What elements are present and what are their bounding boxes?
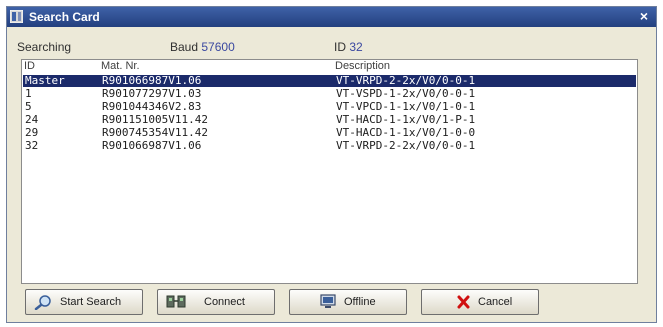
row-id: 29 [25, 126, 39, 139]
row-mat-nr: R901044346V2.83 [102, 100, 202, 113]
table-row[interactable]: 29 R900745354V11.42 VT-HACD-1-1x/V0/1-0-… [23, 127, 636, 139]
offline-button[interactable]: Offline [289, 289, 407, 315]
magnifier-icon [34, 295, 51, 310]
start-search-label: Start Search [60, 296, 122, 308]
row-mat-nr: R901151005V11.42 [102, 113, 208, 126]
start-search-button[interactable]: Start Search [25, 289, 143, 315]
baud-value: 57600 [201, 40, 235, 54]
row-id: 32 [25, 139, 39, 152]
row-description: VT-VRPD-2-2x/V0/0-0-1 [336, 139, 476, 152]
cancel-button[interactable]: Cancel [421, 289, 539, 315]
table-row[interactable]: 5 R901044346V2.83 VT-VPCD-1-1x/V0/1-0-1 [23, 101, 636, 113]
column-header-id: ID [24, 60, 35, 72]
baud-label: Baud [170, 40, 199, 54]
row-id: 5 [25, 100, 32, 113]
column-header-mat-nr: Mat. Nr. [101, 60, 140, 72]
row-id: Master [25, 74, 65, 87]
monitor-icon [320, 294, 336, 308]
row-description: VT-HACD-1-1x/V0/1-0-0 [336, 126, 476, 139]
table-row[interactable]: Master R901066987V1.06 VT-VRPD-2-2x/V0/0… [23, 75, 636, 87]
column-header-description: Description [335, 60, 391, 72]
search-card-dialog: Search Card × Searching Baud 57600 ID 32… [6, 6, 657, 323]
table-row[interactable]: 1 R901077297V1.03 VT-VSPD-1-2x/V0/0-0-1 [23, 88, 636, 100]
id-status: ID 32 [334, 40, 363, 54]
app-icon [10, 10, 23, 23]
searching-status: Searching [17, 40, 72, 54]
title-bar[interactable]: Search Card × [7, 7, 656, 27]
row-mat-nr: R901066987V1.06 [102, 139, 202, 152]
row-mat-nr: R901077297V1.03 [102, 87, 202, 100]
row-description: VT-VRPD-2-2x/V0/0-0-1 [336, 74, 476, 87]
connect-label: Connect [204, 296, 245, 308]
table-row[interactable]: 24 R901151005V11.42 VT-HACD-1-1x/V0/1-P-… [23, 114, 636, 126]
offline-label: Offline [344, 296, 376, 308]
row-description: VT-VPCD-1-1x/V0/1-0-1 [336, 100, 476, 113]
row-mat-nr: R900745354V11.42 [102, 126, 208, 139]
connect-icon [166, 295, 186, 308]
row-id: 24 [25, 113, 39, 126]
row-id: 1 [25, 87, 32, 100]
id-value: 32 [349, 40, 363, 54]
baud-status: Baud 57600 [170, 40, 235, 54]
cancel-label: Cancel [478, 296, 513, 308]
connect-button[interactable]: Connect [157, 289, 275, 315]
row-description: VT-VSPD-1-2x/V0/0-0-1 [336, 87, 476, 100]
close-icon[interactable]: × [636, 8, 652, 24]
x-icon [457, 295, 470, 309]
table-row[interactable]: 32 R901066987V1.06 VT-VRPD-2-2x/V0/0-0-1 [23, 140, 636, 152]
row-description: VT-HACD-1-1x/V0/1-P-1 [336, 113, 476, 126]
row-mat-nr: R901066987V1.06 [102, 74, 202, 87]
window-title: Search Card [29, 10, 100, 24]
id-label: ID [334, 40, 346, 54]
card-list[interactable]: ID Mat. Nr. Description Master R90106698… [21, 59, 638, 284]
